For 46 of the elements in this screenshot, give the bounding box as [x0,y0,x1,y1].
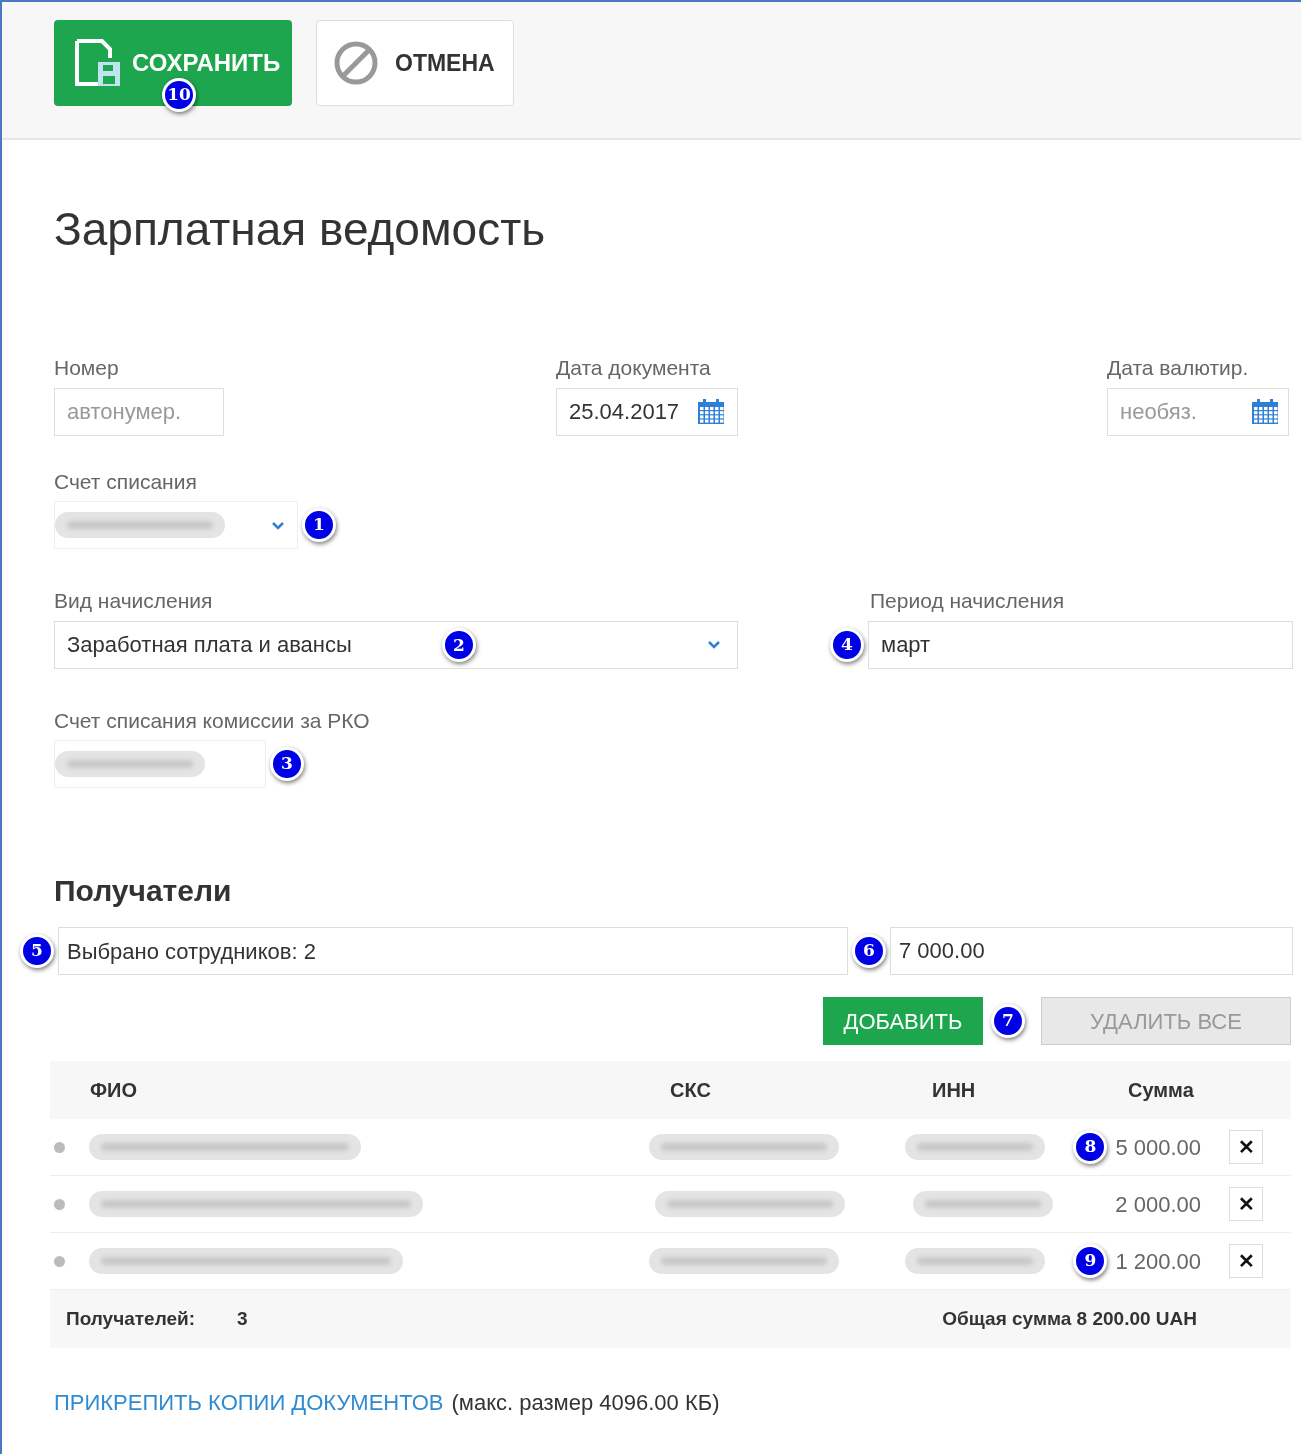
attach-documents-link[interactable]: ПРИКРЕПИТЬ КОПИИ ДОКУМЕНТОВ [54,1386,444,1419]
cancel-button[interactable]: ОТМЕНА [316,20,514,106]
callout-badge: 5 [20,934,54,968]
section-heading: Получатели [54,873,233,909]
column-header: ФИО [90,1078,138,1103]
callout-badge: 6 [852,934,886,968]
column-header: СКС [670,1078,712,1103]
amount-text: 5 000.00 [1115,1133,1201,1162]
bullet-icon [54,1255,65,1267]
field-label: Номер [54,355,120,381]
field-label: Дата документа [556,355,712,381]
recipients-count: 3 [237,1306,248,1331]
column-header: Сумма [1128,1078,1195,1103]
column-header: ИНН [932,1078,977,1103]
accrual-period-field[interactable]: март [868,620,1293,669]
calendar-icon [697,398,725,425]
remove-button[interactable]: ✕ [1229,1244,1263,1278]
remove-button[interactable]: ✕ [1229,1187,1263,1221]
recipients-count-label: Получателей: [66,1306,196,1331]
value-date-field[interactable]: необяз. [1107,387,1289,436]
accrual-type-select[interactable]: Заработная плата и авансы 2 [54,620,738,669]
amount-text: 2 000.00 [1115,1190,1201,1219]
field-label: Период начисления [870,588,1066,614]
callout-badge: 7 [991,1004,1025,1038]
callout-badge: 1 [302,508,336,542]
total-sum: Общая сумма 8 200.00 UAH [942,1306,1197,1331]
prohibited-icon [333,40,379,86]
field-label: Счет списания комиссии за РКО [54,707,371,734]
field-label: Вид начисления [54,588,214,614]
max-size-note: (макс. размер 4096.00 КБ) [451,1389,720,1417]
number-field[interactable]: автонумер. [54,387,224,436]
chevron-down-icon [271,520,285,530]
employees-select[interactable]: Выбрано сотрудников: 2 [58,927,848,975]
field-label: Счет списания [54,468,198,495]
account-select[interactable] [54,501,298,549]
commission-account-select[interactable] [54,740,266,788]
bullet-icon [54,1198,65,1210]
field-label: Дата валютир. [1107,355,1250,381]
remove-button[interactable]: ✕ [1229,1130,1263,1164]
chevron-down-icon [707,640,721,649]
amount-field[interactable]: 7 000.00 [890,927,1293,975]
callout-badge: 3 [270,747,304,781]
document-date-field[interactable]: 25.04.2017 [556,387,738,436]
calendar-icon [1251,398,1279,425]
amount-text: 1 200.00 [1115,1247,1201,1276]
bullet-icon [54,1141,65,1153]
